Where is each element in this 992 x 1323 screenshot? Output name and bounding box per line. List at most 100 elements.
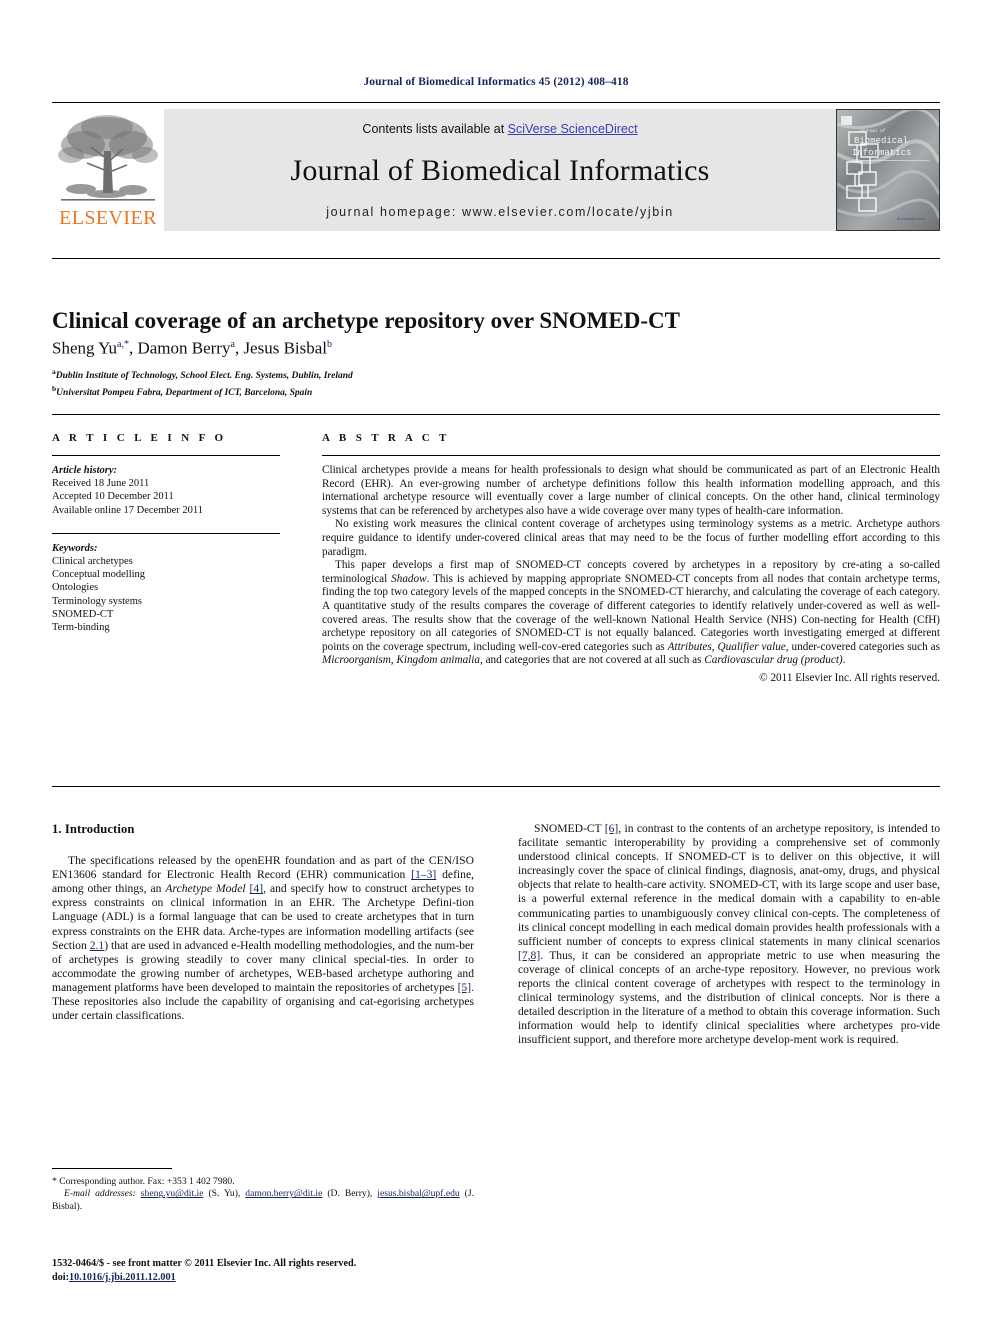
author-mark: b: [327, 339, 333, 350]
footnote-block: * Corresponding author. Fax: +353 1 402 …: [52, 1176, 474, 1213]
doi-label: doi:: [52, 1271, 69, 1283]
citation-link[interactable]: 2.1: [90, 939, 105, 952]
svg-text:ScienceDirect: ScienceDirect: [897, 217, 925, 222]
author-mark: a: [230, 339, 235, 350]
emphasised-term: Kingdom animalia: [396, 654, 480, 667]
doi-line: doi:10.1016/j.jbi.2011.12.001: [52, 1271, 512, 1285]
sciencedirect-link[interactable]: SciVerse ScienceDirect: [508, 122, 638, 136]
abstract-rule: [322, 455, 940, 456]
affiliation-item: bUniversitat Pompeu Fabra, Department of…: [52, 383, 752, 400]
keyword-item: Term-binding: [52, 622, 110, 634]
author-name: Jesus Bisbal: [243, 338, 328, 358]
info-divider-top: [52, 414, 940, 415]
text-run: , and categories that are not covered at…: [479, 654, 705, 667]
info-rule: [52, 455, 280, 456]
email-person: (S. Yu),: [203, 1188, 246, 1200]
elsevier-tree-icon: [58, 115, 158, 201]
issn-line: 1532-0464/$ - see front matter © 2011 El…: [52, 1258, 357, 1269]
abstract-paragraph: This paper develops a first map of SNOME…: [322, 559, 940, 668]
affiliation-text: Dublin Institute of Technology, School E…: [55, 371, 353, 382]
author-list: Sheng Yua,*, Damon Berrya, Jesus Bisbalb: [52, 338, 333, 358]
emphasised-term: Shadow: [391, 572, 427, 585]
citation-link[interactable]: [1–3]: [411, 868, 436, 881]
abstract-heading: A B S T R A C T: [322, 432, 450, 444]
svg-text:Journal of: Journal of: [859, 129, 886, 134]
info-divider-bottom: [52, 786, 940, 787]
email-link[interactable]: sheng.yu@dit.ie: [141, 1188, 204, 1199]
journal-article-page: Journal of Biomedical Informatics 45 (20…: [0, 0, 992, 1323]
email-link[interactable]: damon.berry@dit.ie: [245, 1188, 322, 1199]
article-history-label: Article history:: [52, 465, 118, 476]
history-item: Received 18 June 2011: [52, 478, 150, 490]
email-addresses-note: E-mail addresses: sheng.yu@dit.ie (S. Yu…: [52, 1188, 474, 1213]
email-label: E-mail addresses:: [64, 1188, 141, 1200]
citation-link[interactable]: [6]: [605, 822, 619, 835]
introduction-left-column: 1. Introduction The specifications relea…: [52, 822, 474, 1023]
running-head: Journal of Biomedical Informatics 45 (20…: [363, 76, 629, 88]
article-info-column: A R T I C L E I N F O Article history: R…: [52, 432, 280, 634]
text-run: ) that are used in advanced e-Health mod…: [52, 938, 474, 994]
email-person: (D. Berry),: [322, 1188, 378, 1200]
keywords-label: Keywords:: [52, 542, 98, 554]
keyword-item: SNOMED-CT: [52, 608, 114, 620]
emphasised-term: Attributes: [667, 640, 712, 653]
text-run: . Thus, it can be considered an appropri…: [518, 948, 940, 1047]
citation-link[interactable]: [7,8]: [518, 949, 540, 962]
journal-homepage[interactable]: journal homepage: www.elsevier.com/locat…: [164, 205, 836, 219]
text-run: SNOMED-CT: [534, 822, 605, 835]
keyword-item: Conceptual modelling: [52, 569, 146, 581]
affiliation-text: Universitat Pompeu Fabra, Department of …: [56, 387, 313, 398]
masthead-center: Contents lists available at SciVerse Sci…: [164, 109, 836, 231]
abstract-body: Clinical archetypes provide a means for …: [322, 464, 940, 686]
svg-text:Informatics: Informatics: [852, 148, 911, 158]
affiliation-item: aDublin Institute of Technology, School …: [52, 366, 752, 383]
history-item: Available online 17 December 2011: [52, 504, 204, 516]
elsevier-wordmark: ELSEVIER: [59, 207, 157, 229]
cover-artwork-icon: Journal of Biomedical Informatics Scienc…: [837, 110, 939, 230]
author-name: Sheng Yu: [52, 338, 118, 358]
text-run: .: [842, 654, 846, 667]
article-info-heading: A R T I C L E I N F O: [52, 432, 227, 444]
citation-link[interactable]: [5]: [458, 981, 472, 994]
abstract-column: A B S T R A C T Clinical archetypes prov…: [322, 432, 940, 686]
affiliation-list: aDublin Institute of Technology, School …: [52, 366, 752, 399]
citation-link[interactable]: [4]: [250, 882, 264, 895]
emphasised-term: Microorganism: [322, 654, 391, 667]
journal-cover-thumbnail: Journal of Biomedical Informatics Scienc…: [836, 109, 940, 231]
svg-text:Biomedical: Biomedical: [854, 136, 908, 146]
journal-title: Journal of Biomedical Informatics: [290, 154, 710, 187]
introduction-paragraph: The specifications released by the openE…: [52, 854, 474, 1023]
abstract-paragraph: No existing work measures the clinical c…: [322, 518, 940, 558]
keyword-item: Terminology systems: [52, 595, 142, 607]
email-link[interactable]: jesus.bisbal@upf.edu: [377, 1188, 459, 1199]
doi-link[interactable]: 10.1016/j.jbi.2011.12.001: [69, 1272, 176, 1283]
section-heading-introduction: 1. Introduction: [52, 822, 135, 836]
title-divider: [52, 258, 940, 259]
emphasised-term: Archetype Model: [165, 882, 246, 896]
author-name: Damon Berry: [137, 338, 231, 358]
text-run: , in contrast to the contents of an arch…: [518, 822, 940, 948]
introduction-right-column: SNOMED-CT [6], in contrast to the conten…: [518, 822, 940, 1048]
contents-available-line: Contents lists available at SciVerse Sci…: [164, 122, 836, 136]
history-item: Accepted 10 December 2011: [52, 491, 174, 503]
author-mark: a,*: [117, 339, 129, 350]
abstract-copyright: © 2011 Elsevier Inc. All rights reserved…: [759, 671, 940, 684]
imprint-block: 1532-0464/$ - see front matter © 2011 El…: [52, 1257, 512, 1284]
emphasised-term: Qualifier value: [717, 640, 786, 653]
keywords-block: Keywords: Clinical archetypes Conceptual…: [52, 542, 280, 634]
page-title: Clinical coverage of an archetype reposi…: [52, 308, 680, 334]
elsevier-logo: ELSEVIER: [52, 109, 164, 231]
text-run: , under-covered categories such as: [785, 640, 940, 653]
article-history: Article history: Received 18 June 2011 A…: [52, 464, 280, 517]
abstract-paragraph: Clinical archetypes provide a means for …: [322, 464, 940, 517]
keyword-item: Clinical archetypes: [52, 556, 133, 568]
contents-prefix: Contents lists available at: [362, 122, 508, 136]
emphasised-term: Cardiovascular drug (product): [704, 654, 843, 667]
keywords-rule: [52, 532, 280, 534]
journal-masthead: ELSEVIER Contents lists available at Sci…: [52, 102, 940, 233]
footnote-divider: [52, 1168, 172, 1169]
keyword-item: Ontologies: [52, 582, 99, 594]
corresponding-author-note: * Corresponding author. Fax: +353 1 402 …: [52, 1176, 235, 1187]
introduction-paragraph: SNOMED-CT [6], in contrast to the conten…: [518, 822, 940, 1048]
